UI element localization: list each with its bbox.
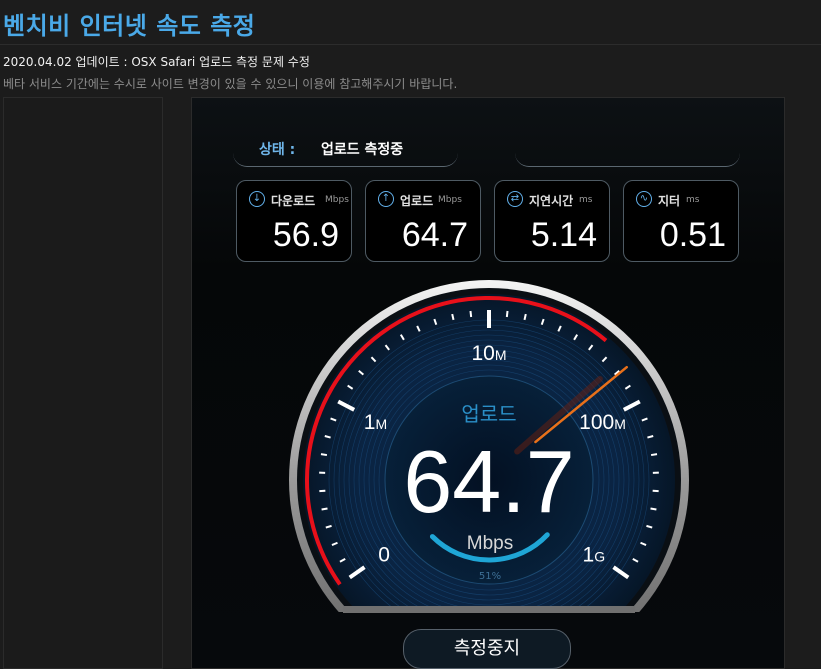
gauge-unit: Mbps [467,533,513,554]
gauge-minor-tick [470,311,471,317]
gauge-progress-label: 51% [479,571,501,582]
gauge-minor-tick [452,314,453,320]
scale-label-0: 0 [378,543,390,566]
gauge-minor-tick [322,508,328,509]
gauge-mode-label: 업로드 [461,402,516,426]
speed-gauge: 0 1M 10M 100M 1G 업로드 64.7 Mbps 51% [0,0,821,659]
gauge-base [343,606,635,613]
gauge-value: 64.7 [403,432,574,531]
stop-measure-button[interactable]: 측정중지 [403,629,571,669]
gauge-minor-tick [321,454,327,455]
gauge-minor-tick [651,508,657,509]
gauge-minor-tick [524,314,525,320]
gauge-minor-tick [507,311,508,317]
gauge-minor-tick [651,454,657,455]
